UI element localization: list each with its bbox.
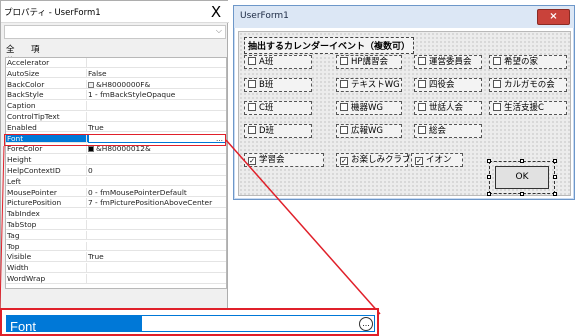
zoomed-font-name-cell: Font bbox=[6, 315, 141, 334]
callout-line bbox=[225, 139, 381, 315]
callout-line bbox=[0, 145, 5, 310]
zoomed-font-row: Font ... bbox=[0, 308, 379, 336]
zoomed-font-label: Font bbox=[10, 319, 37, 334]
zoomed-font-value-cell[interactable] bbox=[141, 315, 375, 332]
callout-lines bbox=[0, 139, 381, 315]
font-ellipsis-button[interactable]: ... bbox=[359, 317, 373, 331]
